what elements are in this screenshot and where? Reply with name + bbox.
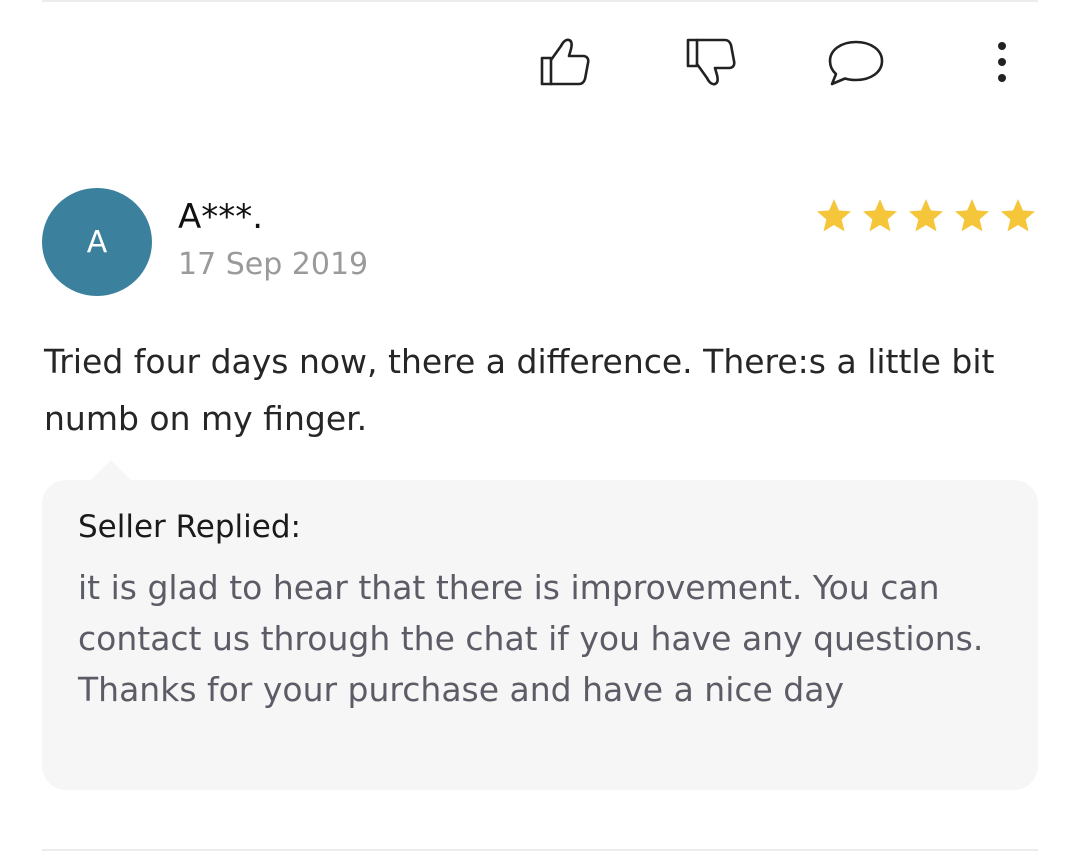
avatar: A xyxy=(42,188,152,296)
chat-bubble-icon xyxy=(824,34,888,90)
seller-reply-text: it is glad to hear that there is improve… xyxy=(78,568,984,709)
bottom-divider xyxy=(42,849,1038,851)
reply-pointer xyxy=(91,460,131,480)
thumbs-up-icon xyxy=(536,34,592,90)
star-icon xyxy=(909,199,943,232)
star-rating xyxy=(814,194,1038,238)
more-options-button[interactable] xyxy=(970,30,1034,94)
review-text: Tried four days now, there a difference.… xyxy=(44,342,995,438)
star-icon xyxy=(955,199,989,232)
comment-button[interactable] xyxy=(824,30,888,94)
like-button[interactable] xyxy=(532,30,596,94)
star-icon xyxy=(863,199,897,232)
dislike-button[interactable] xyxy=(678,30,742,94)
seller-reply-box: Seller Replied: it is glad to hear that … xyxy=(42,480,1038,790)
star-icon xyxy=(1001,199,1035,232)
seller-reply-label: Seller Replied: xyxy=(78,509,301,545)
top-divider xyxy=(42,0,1038,2)
thumbs-down-icon xyxy=(682,34,738,90)
more-vertical-icon xyxy=(992,34,1012,90)
star-icon xyxy=(817,199,851,232)
review-date: 17 Sep 2019 xyxy=(178,247,369,282)
reviewer-name: A***. xyxy=(178,197,264,237)
